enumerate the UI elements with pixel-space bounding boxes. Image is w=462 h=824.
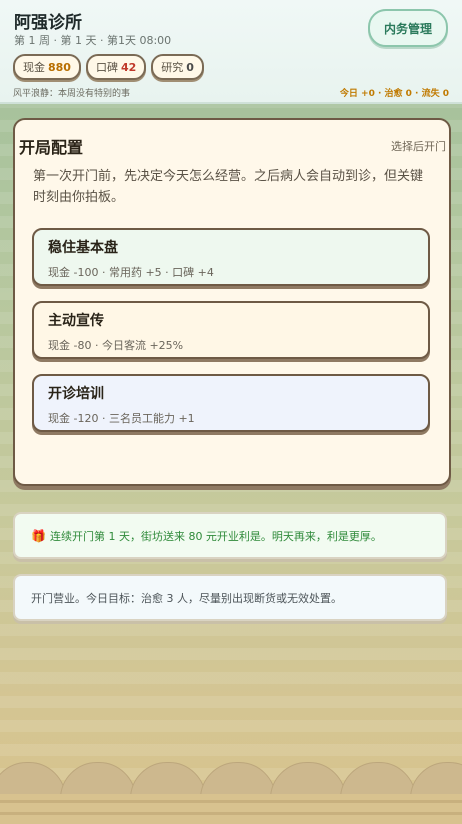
option-effects: 现金 -100 · 常用药 +5 · 口碑 +4: [48, 266, 214, 279]
option-promotion[interactable]: 主动宣传 现金 -80 · 今日客流 +25%: [32, 301, 430, 359]
message-opening: 开门营业。今日目标：治愈 3 人，尽量别出现断货或无效处置。: [13, 574, 447, 621]
gift-icon: 🎁: [31, 528, 46, 543]
cash-label: 现金: [23, 61, 45, 74]
ground: [0, 794, 462, 824]
reputation-label: 口碑: [95, 61, 118, 74]
clinic-name: 阿强诊所: [14, 13, 82, 33]
option-title: 主动宣传: [48, 313, 104, 329]
cash-value: 880: [48, 60, 71, 74]
reputation-stat: 口碑 42: [85, 54, 147, 80]
option-effects: 现金 -120 · 三名员工能力 +1: [48, 412, 195, 425]
panel-hint: 选择后开门: [391, 140, 446, 153]
opening-config-panel: 开局配置 选择后开门 第一次开门前，先决定今天怎么经营。之后病人会自动到诊，但关…: [13, 118, 451, 486]
stats-bar: 现金 880 口碑 42 研究 0: [13, 54, 204, 80]
ground-stripe: [0, 800, 462, 803]
option-stabilize-base[interactable]: 稳住基本盘 现金 -100 · 常用药 +5 · 口碑 +4: [32, 228, 430, 286]
message-text: 连续开门第 1 天，街坊送来 80 元开业利是。明天再来，利是更厚。: [49, 529, 382, 543]
message-text: 开门营业。今日目标：治愈 3 人，尽量别出现断货或无效处置。: [31, 591, 342, 605]
weekly-event-status: 风平浪静：本周没有特别的事: [13, 89, 131, 99]
daily-summary: 今日 +0 · 治愈 0 · 流失 0: [339, 89, 449, 99]
option-title: 稳住基本盘: [48, 240, 118, 256]
time-indicator: 第 1 周 · 第 1 天 · 第1天 08:00: [14, 34, 172, 47]
ground-stripe: [0, 812, 462, 815]
internal-management-button[interactable]: 内务管理: [368, 9, 448, 47]
top-bar: 阿强诊所 第 1 周 · 第 1 天 · 第1天 08:00 内务管理 现金 8…: [0, 0, 462, 104]
option-title: 开诊培训: [48, 386, 104, 402]
panel-description: 第一次开门前，先决定今天怎么经营。之后病人会自动到诊，但关键时刻由你拍板。: [33, 169, 424, 205]
cash-stat: 现金 880: [13, 54, 81, 80]
panel-title: 开局配置: [19, 138, 84, 157]
option-effects: 现金 -80 · 今日客流 +25%: [48, 339, 184, 352]
reputation-value: 42: [120, 60, 137, 74]
research-stat: 研究 0: [151, 54, 204, 80]
research-value: 0: [186, 60, 194, 74]
research-label: 研究: [161, 61, 184, 74]
option-training[interactable]: 开诊培训 现金 -120 · 三名员工能力 +1: [32, 374, 430, 432]
message-gift: 🎁 连续开门第 1 天，街坊送来 80 元开业利是。明天再来，利是更厚。: [13, 512, 447, 559]
